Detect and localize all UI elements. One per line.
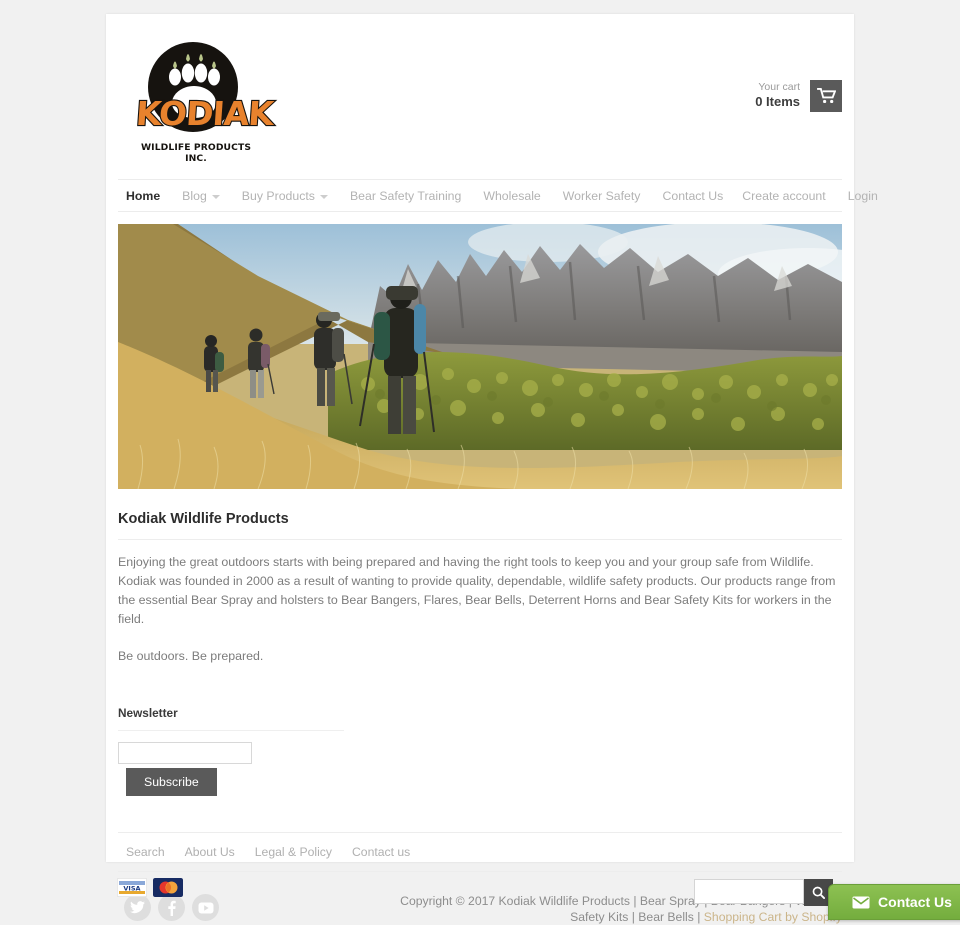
nav-item-wholesale[interactable]: Wholesale	[472, 189, 551, 203]
nav-item-worker-safety[interactable]: Worker Safety	[552, 189, 652, 203]
footer-link-about-us[interactable]: About Us	[175, 845, 245, 859]
nav-label: Create account	[742, 188, 826, 203]
nav-primary: Home Blog Buy Products Bear Safety Train…	[118, 189, 734, 203]
cart-widget[interactable]: Your cart 0 Items	[755, 80, 842, 112]
youtube-icon	[198, 902, 213, 913]
nav-label: Buy Products	[241, 188, 315, 203]
payment-methods: VISA	[117, 878, 183, 897]
footer-links: Search About Us Legal & Policy Contact u…	[118, 832, 842, 872]
newsletter-section: Newsletter Subscribe	[106, 684, 854, 796]
site-header: KODIAK WILDLIFE PRODUCTS INC. Your cart …	[106, 14, 854, 179]
nav-item-blog[interactable]: Blog	[171, 189, 231, 203]
newsletter-heading: Newsletter	[118, 706, 344, 731]
logo-tagline: WILDLIFE PRODUCTS INC.	[140, 142, 252, 164]
nav-item-login[interactable]: Login	[837, 189, 889, 203]
cart-count: 0 Items	[755, 94, 800, 110]
nav-label: Blog	[182, 188, 207, 203]
main-navigation: Home Blog Buy Products Bear Safety Train…	[118, 179, 878, 212]
footer-link-contact-us[interactable]: Contact us	[342, 845, 420, 859]
nav-item-buy-products[interactable]: Buy Products	[231, 189, 339, 203]
hero-image	[118, 224, 842, 489]
nav-item-bear-safety-training[interactable]: Bear Safety Training	[339, 189, 472, 203]
nav-label: Login	[847, 188, 878, 203]
nav-label: Contact Us	[662, 188, 724, 203]
footer-link-legal-policy[interactable]: Legal & Policy	[245, 845, 342, 859]
search-input[interactable]	[694, 879, 804, 904]
mastercard-card	[153, 878, 183, 897]
nav-item-home[interactable]: Home	[118, 189, 171, 203]
twitter-link[interactable]	[124, 894, 151, 921]
twitter-icon	[130, 901, 145, 914]
facebook-icon	[168, 900, 176, 916]
nav-label: Wholesale	[483, 188, 541, 203]
nav-label: Home	[126, 188, 161, 203]
facebook-link[interactable]	[158, 894, 185, 921]
visa-card: VISA	[117, 878, 147, 897]
cart-button[interactable]	[810, 80, 842, 112]
nav-account: Create account Login	[734, 189, 889, 203]
subscribe-button[interactable]: Subscribe	[126, 768, 217, 796]
mastercard-icon	[153, 878, 183, 897]
youtube-link[interactable]	[192, 894, 219, 921]
nav-label: Bear Safety Training	[349, 188, 462, 203]
footer-link-search[interactable]: Search	[118, 845, 175, 859]
nav-item-contact-us[interactable]: Contact Us	[651, 189, 734, 203]
nav-item-create-account[interactable]: Create account	[734, 189, 836, 203]
chevron-down-icon	[211, 194, 220, 199]
contact-us-widget[interactable]: Contact Us	[828, 884, 960, 920]
site-logo[interactable]: KODIAK WILDLIFE PRODUCTS INC.	[134, 42, 276, 167]
nav-label: Worker Safety	[562, 188, 641, 203]
svg-text:VISA: VISA	[123, 885, 140, 893]
cart-label: Your cart	[758, 81, 800, 94]
logo-wordmark: KODIAK	[134, 93, 276, 134]
cart-text: Your cart 0 Items	[755, 81, 800, 110]
hero-banner[interactable]	[118, 224, 842, 489]
tagline-paragraph: Be outdoors. Be prepared.	[118, 649, 264, 663]
page-title: Kodiak Wildlife Products	[118, 511, 842, 540]
envelope-icon	[852, 896, 870, 908]
search-icon	[812, 886, 825, 899]
contact-us-label: Contact Us	[878, 894, 952, 910]
social-links	[118, 894, 219, 921]
intro-paragraph: Enjoying the great outdoors starts with …	[118, 555, 836, 626]
shopping-cart-icon	[816, 88, 836, 104]
shopify-link[interactable]: Shopping Cart by Shopify	[704, 910, 842, 924]
page-card: KODIAK WILDLIFE PRODUCTS INC. Your cart …	[106, 14, 878, 924]
newsletter-email-input[interactable]	[118, 742, 252, 764]
visa-icon: VISA	[117, 878, 147, 897]
main-content: Kodiak Wildlife Products Enjoying the gr…	[106, 489, 854, 666]
chevron-down-icon	[319, 194, 328, 199]
search-widget	[694, 879, 833, 906]
